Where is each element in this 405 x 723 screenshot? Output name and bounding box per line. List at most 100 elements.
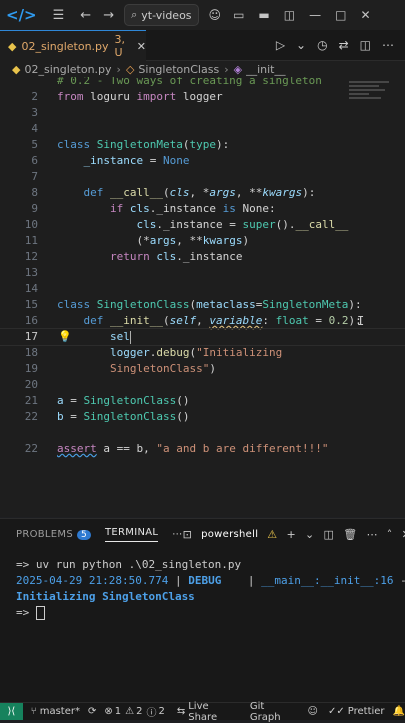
line-number: 20 (24, 378, 38, 391)
breadcrumb-method[interactable]: __init__ (246, 63, 285, 76)
maximize-icon[interactable]: □ (335, 8, 346, 22)
method-icon: ◈ (233, 62, 243, 76)
terminal-dropdown-icon[interactable]: ⌄ (305, 528, 315, 541)
editor-tabs: ◆ 02_singleton.py 3, U ✕ ▷ ⌄ ◷ ⇄ ◫ ⋯ (0, 30, 405, 61)
keyword: is (222, 202, 236, 215)
close-icon[interactable]: ✕ (360, 8, 370, 22)
line-number: 15 (24, 298, 38, 311)
punct: ) (242, 234, 250, 247)
command-search[interactable]: ⌕ yt-videos (124, 4, 199, 26)
terminal-caret (35, 606, 45, 620)
class-name: SingletonClass (96, 298, 190, 311)
punct: , ** (235, 186, 263, 199)
punct: ): (215, 138, 230, 151)
breadcrumb-class[interactable]: SingletonClass (138, 63, 219, 76)
param-unused: variable (209, 314, 263, 327)
class-name: SingletonMeta (262, 298, 349, 311)
remote-icon[interactable]: ⟩⟨ (0, 703, 23, 720)
copilot-icon[interactable]: ☺ (209, 8, 222, 22)
tab-terminal[interactable]: TERMINAL (105, 527, 159, 542)
toggle-sidebar-icon[interactable]: ▭ (233, 8, 244, 22)
line-number: 5 (31, 138, 38, 151)
editor-actions: ▷ ⌄ ◷ ⇄ ◫ ⋯ (276, 30, 405, 60)
branch-icon: ⑂ (30, 706, 37, 717)
chevron-up-icon[interactable]: ˄ (387, 528, 393, 541)
new-terminal-icon[interactable]: + (286, 528, 296, 541)
chevron-right-icon: › (116, 62, 121, 76)
tab-02-singleton[interactable]: ◆ 02_singleton.py 3, U ✕ (0, 30, 146, 61)
terminal-prompt: => (16, 558, 30, 571)
punct: : (262, 314, 276, 327)
close-panel-icon[interactable]: ✕ (402, 528, 405, 541)
tab-problems-label: PROBLEMS (16, 528, 73, 540)
punct: ): (348, 298, 362, 311)
panel-tabs: PROBLEMS 5 TERMINAL ⋯ ⊡ powershell ⚠ + ⌄ … (0, 519, 405, 549)
class-name: SingletonClass (83, 410, 177, 423)
run-dropdown-icon[interactable]: ⌄ (296, 38, 306, 52)
constant: None (162, 154, 190, 167)
git-branch[interactable]: master* (40, 706, 80, 717)
class-icon: ◇ (125, 62, 135, 76)
sync-icon[interactable]: ⟳ (88, 706, 96, 717)
more-actions-icon[interactable]: ⋯ (366, 528, 377, 541)
terminal-output[interactable]: => uv run python .\02_singleton.py 2025-… (0, 549, 405, 621)
git-graph-button[interactable]: Git Graph (250, 701, 296, 723)
code-comment: # 0.2 - Two ways of creating a singleton (57, 77, 322, 87)
keyword: def (83, 186, 104, 199)
variable: a (57, 394, 64, 407)
more-tabs-icon[interactable]: ⋯ (172, 529, 182, 540)
function-name: __call__ (110, 186, 163, 199)
run-icon[interactable]: ▷ (276, 38, 285, 52)
log-message: Initializing SingletonClass (16, 590, 195, 603)
tab-problems[interactable]: PROBLEMS 5 (16, 528, 92, 540)
error-count[interactable]: 1 (115, 706, 121, 717)
more-actions-icon[interactable]: ⋯ (382, 38, 394, 52)
line-number: 18 (24, 346, 38, 359)
keyword: from (57, 90, 84, 103)
back-icon[interactable]: ← (80, 8, 91, 23)
live-share-button[interactable]: Live Share (188, 701, 238, 723)
param: self (169, 314, 197, 327)
function-name: debug (156, 346, 190, 359)
info-count[interactable]: 2 (158, 706, 164, 717)
variable: cls (136, 218, 157, 231)
line-number: 10 (24, 218, 38, 231)
param: metaclass (196, 298, 256, 311)
punct: = (63, 410, 84, 423)
trash-icon[interactable]: 🗑 (343, 528, 357, 541)
line-number: 22 (24, 410, 38, 423)
typed-text: sel (109, 330, 130, 343)
keyword: assert (57, 442, 97, 455)
log-separator: - (394, 574, 405, 587)
copilot-icon[interactable]: ☺ (308, 706, 318, 717)
code-editor[interactable]: # 0.2 - Two ways of creating a singleton… (0, 77, 405, 517)
warning-count[interactable]: 2 (136, 706, 142, 717)
forward-icon[interactable]: → (103, 8, 114, 23)
number: 0.2 (328, 314, 349, 327)
variable: _instance (83, 154, 144, 167)
prettier-button[interactable]: Prettier (348, 706, 385, 717)
line-number: 4 (31, 122, 38, 135)
keyword: return (109, 250, 150, 263)
punct: ): (302, 186, 316, 199)
split-editor-icon[interactable]: ◫ (360, 38, 371, 52)
compare-icon[interactable]: ⇄ (339, 38, 349, 52)
function-name: __init__ (110, 314, 163, 327)
live-share-icon: ⇆ (176, 706, 186, 717)
tab-close-icon[interactable]: ✕ (137, 40, 146, 53)
variable: cls (129, 202, 150, 215)
split-terminal-icon[interactable]: ◫ (324, 528, 335, 541)
line-number: 6 (31, 154, 38, 167)
attribute: ._instance (176, 250, 243, 263)
punct: = (63, 394, 84, 407)
timeline-icon[interactable]: ◷ (317, 38, 327, 52)
notifications-icon[interactable]: 🔔 (393, 706, 405, 717)
breadcrumb-file[interactable]: 02_singleton.py (24, 63, 111, 76)
shell-name[interactable]: powershell (201, 529, 258, 540)
menu-icon[interactable]: ☰ (53, 8, 65, 23)
toggle-panel-icon[interactable]: ▬ (258, 8, 269, 22)
minimize-icon[interactable]: — (309, 8, 321, 22)
function-name: __call__ (295, 218, 349, 231)
param: cls (169, 186, 190, 199)
layout-icon[interactable]: ◫ (284, 8, 295, 22)
